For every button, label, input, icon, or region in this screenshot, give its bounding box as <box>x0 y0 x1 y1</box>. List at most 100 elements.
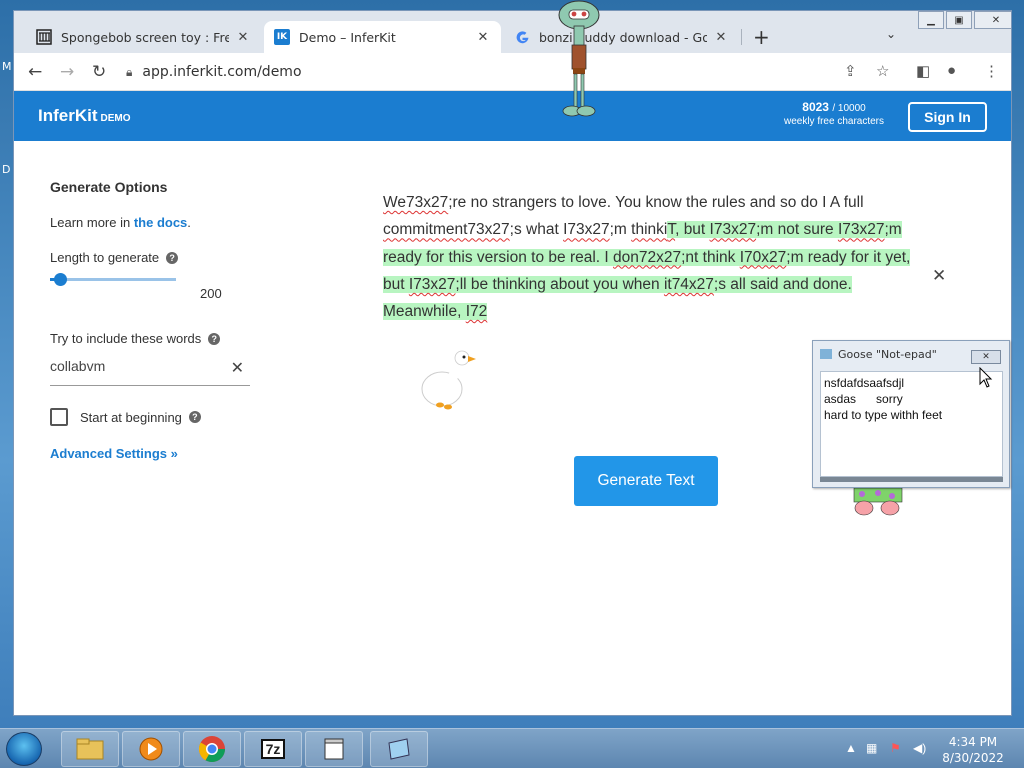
help-icon[interactable]: ? <box>166 251 179 264</box>
story-segment: ;ll be thinking about you when <box>455 275 664 293</box>
clear-story-icon[interactable]: ✕ <box>932 266 946 286</box>
desktop-icon-label[interactable]: M <box>2 60 12 73</box>
logo-text: InferKit <box>38 106 98 125</box>
include-words-label-text: Try to include these words <box>50 331 202 346</box>
forward-icon[interactable]: → <box>60 62 74 82</box>
tab-title: Spongebob screen toy : Free Dov <box>61 29 229 45</box>
learn-suffix: . <box>187 215 191 230</box>
address-bar[interactable]: 🔒︎ app.inferkit.com/demo <box>126 58 966 86</box>
bookmark-star-icon[interactable]: ☆ <box>876 62 889 80</box>
tab-search-chevron-icon[interactable]: ⌄ <box>886 27 896 41</box>
notepad-icon[interactable] <box>370 731 428 767</box>
minimize-icon[interactable]: ▁ <box>918 11 944 29</box>
maximize-icon[interactable]: ▣ <box>946 11 972 29</box>
tab-google[interactable]: bonzi buddy download - Google ✕ <box>504 21 739 53</box>
help-icon[interactable]: ? <box>208 332 221 345</box>
options-heading: Generate Options <box>50 179 168 195</box>
slider-handle[interactable] <box>54 273 68 286</box>
start-at-beginning: Start at beginning ? <box>50 408 201 426</box>
story-segment: ;m not sure <box>756 221 838 239</box>
taskbar: 7z ▲ ▦ ⚑ ◀) 4:34 PM 8/30/2022 <box>0 728 1024 768</box>
window-controls: ▁ ▣ ✕ <box>916 11 1011 31</box>
site-header: InferKit DEMO 8023 / 10000 weekly free ch… <box>14 91 1011 141</box>
squidward-sprite[interactable] <box>556 0 602 122</box>
misspelled-word: I70x27 <box>739 248 787 266</box>
show-hidden-icons-icon[interactable]: ▲ <box>845 741 857 755</box>
sign-in-button[interactable]: Sign In <box>908 102 987 132</box>
misspelled-word: I73x27 <box>408 275 456 293</box>
misspelled-word: I73x27 <box>563 221 610 239</box>
window-icon[interactable] <box>305 731 363 767</box>
new-tab-button[interactable]: + <box>753 25 770 49</box>
start-button[interactable] <box>6 732 42 766</box>
include-words-label: Try to include these words ? <box>50 331 221 346</box>
lock-icon[interactable]: 🔒︎ <box>126 65 132 80</box>
7zip-icon[interactable]: 7z <box>244 731 302 767</box>
learn-prefix: Learn more in <box>50 215 134 230</box>
char-count: 8023 <box>802 100 829 114</box>
notepad-scrollbar[interactable] <box>820 477 1003 482</box>
browser-toolbar: ← → ↻ 🔒︎ app.inferkit.com/demo ⇪ ☆ ◧ ● ⋮ <box>14 53 1011 91</box>
help-icon[interactable]: ? <box>188 411 201 423</box>
char-limit: / 10000 <box>832 103 866 114</box>
misspelled-word: I73x27 <box>837 221 885 239</box>
char-label: weekly free characters <box>783 116 885 127</box>
docs-link[interactable]: the docs <box>134 215 187 230</box>
generate-text-button[interactable]: Generate Text <box>574 456 718 506</box>
network-icon[interactable]: ▦ <box>866 741 877 755</box>
tab-spongebob[interactable]: Spongebob screen toy : Free Dov ✕ <box>26 21 261 53</box>
close-tab-icon[interactable]: ✕ <box>235 30 251 45</box>
story-segment: ;nt think <box>681 248 740 266</box>
generate-options-panel: Generate Options Learn more in the docs.… <box>50 179 260 461</box>
inferkit-logo[interactable]: InferKit DEMO <box>38 106 131 126</box>
story-segment: ;s what <box>509 221 564 239</box>
learn-more-text: Learn more in the docs. <box>50 215 191 230</box>
story-segment: ;re no strangers to love. You know the r… <box>448 194 864 211</box>
google-icon <box>514 29 530 45</box>
notepad-text-area[interactable]: nsfdafdsaafsdjl asdas sorry hard to type… <box>820 371 1003 477</box>
length-value: 200 <box>200 286 222 301</box>
reload-icon[interactable]: ↻ <box>92 62 106 82</box>
back-icon[interactable]: ← <box>28 62 42 82</box>
include-words-field: ✕ <box>50 358 250 386</box>
misspelled-word: I72 <box>465 303 488 321</box>
media-player-icon[interactable] <box>122 731 180 767</box>
url-text[interactable]: app.inferkit.com/demo <box>142 64 301 80</box>
share-icon[interactable]: ⇪ <box>844 62 857 80</box>
explorer-icon[interactable] <box>61 731 119 767</box>
length-slider[interactable] <box>50 273 176 286</box>
chrome-icon[interactable] <box>183 731 241 767</box>
patrick-sprite[interactable] <box>850 488 906 518</box>
clock-time: 4:34 PM <box>948 735 998 749</box>
system-clock[interactable]: 4:34 PM 8/30/2022 <box>938 734 1008 766</box>
side-panel-icon[interactable]: ◧ <box>916 62 930 80</box>
close-window-icon[interactable]: ✕ <box>974 11 1011 29</box>
menu-kebab-icon[interactable]: ⋮ <box>984 62 999 80</box>
length-label-text: Length to generate <box>50 250 160 265</box>
tab-separator <box>741 29 742 45</box>
misspelled-word: don72x27 <box>613 248 682 266</box>
misspelled-word: T <box>667 221 676 239</box>
start-at-beginning-checkbox[interactable] <box>50 408 68 426</box>
tab-inferkit[interactable]: IK Demo – InferKit ✕ <box>264 21 501 53</box>
profile-avatar-icon[interactable]: ● <box>947 62 956 79</box>
advanced-settings-link[interactable]: Advanced Settings » <box>50 446 178 461</box>
story-segment: , but <box>675 221 710 239</box>
volume-icon[interactable]: ◀) <box>913 741 926 755</box>
include-words-input[interactable] <box>50 358 220 374</box>
close-tab-icon[interactable]: ✕ <box>713 30 729 45</box>
close-notepad-icon[interactable]: ✕ <box>971 350 1001 364</box>
misspelled-word: I73x27 <box>709 221 757 239</box>
archive-icon <box>36 29 52 45</box>
notepad-titlebar[interactable]: Goose "Not-epad" ✕ <box>813 341 1009 367</box>
length-label: Length to generate ? <box>50 250 179 265</box>
clear-words-icon[interactable]: ✕ <box>231 358 244 378</box>
goose-sprite[interactable] <box>418 349 478 415</box>
story-text[interactable]: We73x27;re no strangers to love. You kno… <box>383 189 913 325</box>
close-tab-icon[interactable]: ✕ <box>475 30 491 45</box>
misspelled-word: We73x27 <box>383 194 449 211</box>
desktop-icon-label[interactable]: D <box>2 163 10 176</box>
character-counter: 8023 / 10000 weekly free characters <box>774 101 894 128</box>
mouse-cursor-icon <box>979 367 993 388</box>
action-center-icon[interactable]: ⚑ <box>890 741 901 755</box>
